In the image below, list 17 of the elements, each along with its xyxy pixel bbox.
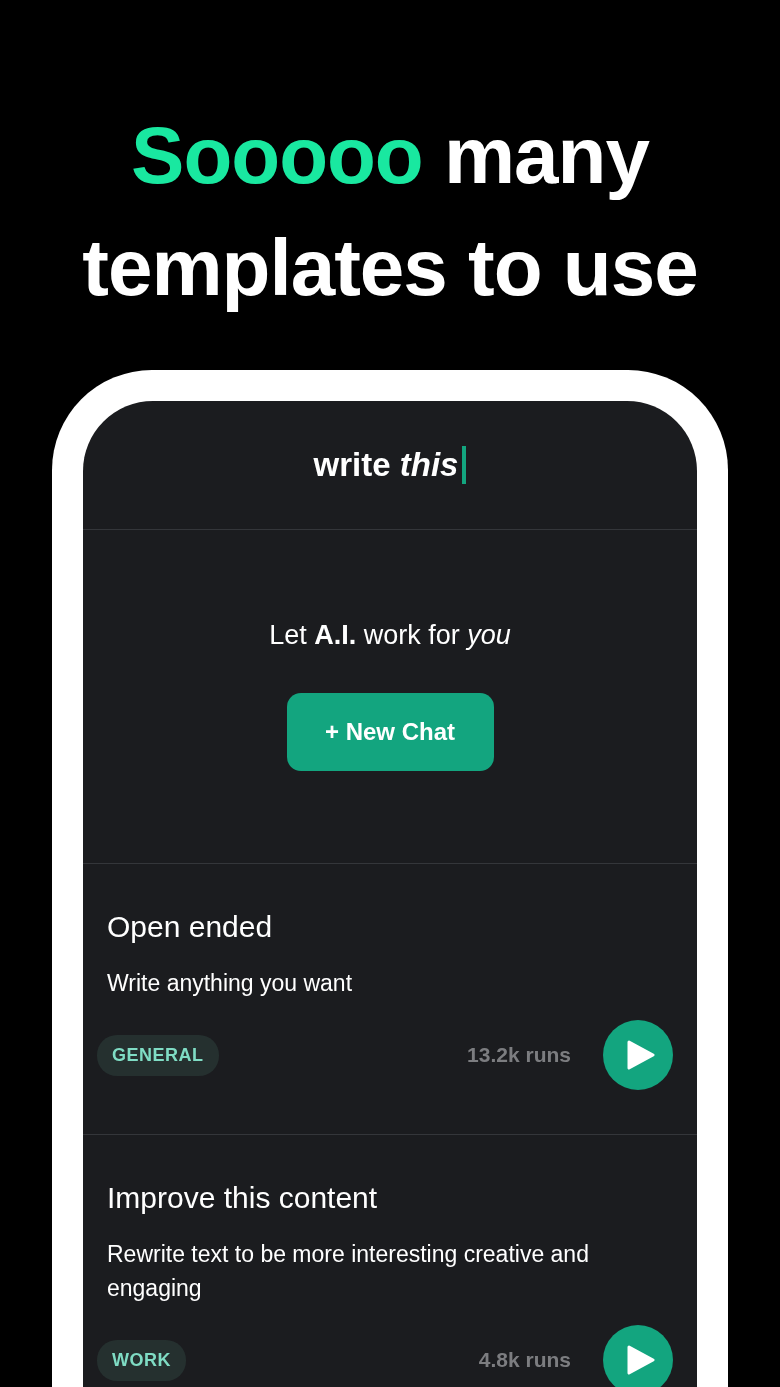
play-icon bbox=[626, 1040, 655, 1070]
template-title: Open ended bbox=[107, 910, 274, 944]
template-description: Write anything you want bbox=[107, 969, 354, 998]
tagline: Let A.I. work for you bbox=[269, 620, 511, 651]
headline: Sooooo many templates to use bbox=[81, 110, 699, 314]
play-button[interactable] bbox=[603, 1325, 673, 1387]
template-description: Rewrite text to be more interesting creative and engaging bbox=[107, 1240, 590, 1303]
category-tag: GENERAL bbox=[97, 1034, 219, 1076]
template-title: Improve this content bbox=[107, 1181, 379, 1215]
category-tag: WORK bbox=[97, 1339, 186, 1381]
cursor-icon bbox=[462, 446, 467, 484]
run-count: 13.2k runs bbox=[467, 1043, 571, 1067]
logo: write this bbox=[313, 446, 459, 484]
run-count: 4.8k runs bbox=[478, 1348, 571, 1372]
template-card[interactable]: Open ended Write anything you want GENERAL 13.2k runs bbox=[83, 864, 697, 1135]
play-icon bbox=[626, 1345, 655, 1375]
template-card[interactable]: Improve this content Rewrite text to be more interesting creative and engaging WORK 4.8k runs bbox=[83, 1135, 697, 1387]
